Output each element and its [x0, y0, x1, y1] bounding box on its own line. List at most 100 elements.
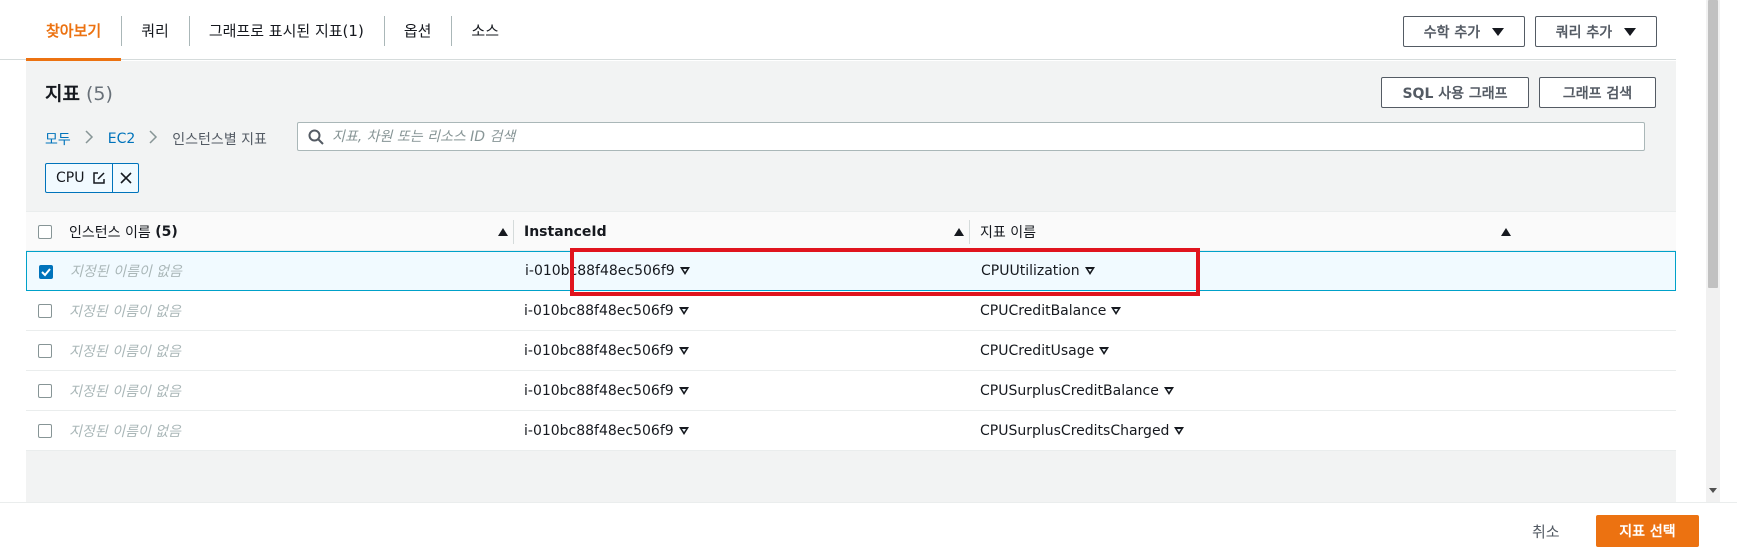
metric-name-cell[interactable]: CPUCreditBalance: [980, 291, 1122, 330]
search-input[interactable]: [332, 123, 1644, 150]
sql-graph-label: SQL 사용 그래프: [1402, 85, 1508, 102]
panel-title-text: 지표: [45, 83, 80, 105]
select-metric-button[interactable]: 지표 선택: [1596, 515, 1699, 547]
sort-ascending-icon[interactable]: [954, 228, 964, 236]
instance-id-cell[interactable]: i-010bc88f48ec506f9: [525, 252, 690, 290]
table-header: 인스턴스 이름 (5) InstanceId 지표 이름: [26, 211, 1676, 251]
search-icon: [308, 129, 324, 145]
metrics-table: 인스턴스 이름 (5) InstanceId 지표 이름 지정된 이름이 없음 …: [26, 211, 1676, 451]
tab-query[interactable]: 쿼리: [121, 0, 189, 60]
sort-ascending-icon[interactable]: [1501, 228, 1511, 236]
filter-token-label-wrap[interactable]: CPU: [46, 164, 112, 192]
caret-down-icon[interactable]: [678, 346, 689, 355]
row-checkbox[interactable]: [38, 384, 52, 398]
caret-down-icon[interactable]: [679, 267, 690, 275]
row-checkbox[interactable]: [38, 424, 52, 438]
column-divider: [513, 220, 514, 244]
remove-filter-button[interactable]: [112, 164, 138, 192]
metric-name-text: CPUSurplusCreditBalance: [980, 382, 1159, 399]
caret-down-icon[interactable]: [1163, 386, 1174, 395]
graph-search-label: 그래프 검색: [1562, 85, 1633, 102]
tab-browse[interactable]: 찾아보기: [26, 0, 122, 61]
chevron-right-icon: [85, 130, 94, 148]
column-count: (5): [155, 224, 178, 240]
add-math-button[interactable]: 수학 추가: [1403, 16, 1525, 47]
select-all-checkbox[interactable]: [38, 225, 52, 239]
row-checkbox[interactable]: [39, 265, 53, 279]
metric-name-cell[interactable]: CPUSurplusCreditBalance: [980, 371, 1174, 410]
footer-bar: 취소 지표 선택: [0, 502, 1737, 557]
metric-name-cell[interactable]: CPUUtilization: [981, 252, 1095, 290]
column-divider: [969, 220, 970, 244]
close-icon: [120, 172, 132, 184]
breadcrumb-all[interactable]: 모두: [45, 129, 71, 149]
check-icon: [41, 268, 51, 277]
sort-ascending-icon[interactable]: [498, 228, 508, 236]
caret-down-icon[interactable]: [1099, 346, 1110, 355]
instance-id-cell[interactable]: i-010bc88f48ec506f9: [524, 371, 689, 410]
table-row[interactable]: 지정된 이름이 없음 i-010bc88f48ec506f9 CPUCredit…: [26, 291, 1676, 331]
metric-name-text: CPUCreditBalance: [980, 302, 1107, 319]
chevron-right-icon: [149, 130, 158, 148]
filter-token: CPU: [45, 163, 140, 193]
instance-id-cell[interactable]: i-010bc88f48ec506f9: [524, 411, 689, 450]
metric-name-text: CPUUtilization: [981, 263, 1080, 279]
instance-name-cell: 지정된 이름이 없음: [69, 383, 181, 400]
metrics-panel: 지표 (5) SQL 사용 그래프 그래프 검색 모두 EC2 인스턴스별 지표 …: [26, 61, 1676, 502]
panel-title: 지표 (5): [45, 79, 113, 106]
breadcrumb-current: 인스턴스별 지표: [172, 132, 267, 148]
caret-down-icon: [1624, 27, 1637, 36]
panel-title-count: (5): [85, 83, 113, 105]
caret-down-icon[interactable]: [1111, 306, 1122, 315]
instance-name-cell: 지정된 이름이 없음: [70, 264, 182, 280]
tab-source[interactable]: 소스: [451, 0, 519, 60]
column-header-instance-id[interactable]: InstanceId: [524, 212, 607, 252]
instance-id-cell[interactable]: i-010bc88f48ec506f9: [524, 291, 689, 330]
table-row[interactable]: 지정된 이름이 없음 i-010bc88f48ec506f9 CPUSurplu…: [26, 411, 1676, 451]
tab-options[interactable]: 옵션: [383, 0, 452, 60]
caret-down-icon[interactable]: [678, 306, 689, 315]
window-edge: [1720, 0, 1737, 557]
breadcrumb: 모두 EC2 인스턴스별 지표: [45, 127, 267, 151]
metric-name-text: CPUSurplusCreditsCharged: [980, 422, 1170, 439]
add-math-label: 수학 추가: [1423, 24, 1481, 41]
edit-icon: [93, 172, 106, 184]
filter-token-label: CPU: [56, 170, 85, 186]
tab-graphed-metrics[interactable]: 그래프로 표시된 지표(1): [188, 0, 384, 60]
caret-down-icon[interactable]: [1174, 426, 1185, 435]
row-checkbox[interactable]: [38, 304, 52, 318]
metric-name-text: CPUCreditUsage: [980, 342, 1095, 359]
vertical-scrollbar[interactable]: [1706, 0, 1720, 502]
graph-search-button[interactable]: 그래프 검색: [1539, 77, 1656, 108]
row-checkbox[interactable]: [38, 344, 52, 358]
tab-list: 찾아보기 쿼리 그래프로 표시된 지표(1) 옵션 소스: [26, 0, 519, 61]
cancel-button[interactable]: 취소: [1520, 515, 1572, 547]
table-row[interactable]: 지정된 이름이 없음 i-010bc88f48ec506f9 CPUUtiliz…: [26, 251, 1676, 291]
instance-id-text: i-010bc88f48ec506f9: [524, 342, 674, 359]
breadcrumb-ec2[interactable]: EC2: [108, 131, 136, 147]
scrollbar-thumb[interactable]: [1708, 0, 1718, 288]
instance-name-cell: 지정된 이름이 없음: [69, 423, 181, 440]
caret-down-icon: [1492, 27, 1505, 36]
add-query-button[interactable]: 쿼리 추가: [1535, 16, 1657, 47]
column-header-instance-name[interactable]: 인스턴스 이름 (5): [69, 212, 178, 252]
metric-name-cell[interactable]: CPUSurplusCreditsCharged: [980, 411, 1185, 450]
add-query-label: 쿼리 추가: [1555, 24, 1613, 41]
caret-down-icon[interactable]: [678, 426, 689, 435]
instance-name-cell: 지정된 이름이 없음: [69, 343, 181, 360]
sql-graph-button[interactable]: SQL 사용 그래프: [1381, 77, 1529, 108]
caret-down-icon[interactable]: [1084, 267, 1095, 275]
top-tab-bar: 찾아보기 쿼리 그래프로 표시된 지표(1) 옵션 소스 수학 추가 쿼리 추가: [0, 0, 1676, 61]
table-row[interactable]: 지정된 이름이 없음 i-010bc88f48ec506f9 CPUSurplu…: [26, 371, 1676, 411]
instance-name-cell: 지정된 이름이 없음: [69, 303, 181, 320]
column-label: 인스턴스 이름: [69, 225, 151, 241]
caret-down-icon[interactable]: [678, 386, 689, 395]
column-header-metric-name[interactable]: 지표 이름: [980, 212, 1036, 252]
search-box: [297, 122, 1645, 151]
metric-name-cell[interactable]: CPUCreditUsage: [980, 331, 1110, 370]
instance-id-cell[interactable]: i-010bc88f48ec506f9: [524, 331, 689, 370]
instance-id-text: i-010bc88f48ec506f9: [524, 382, 674, 399]
instance-id-text: i-010bc88f48ec506f9: [524, 302, 674, 319]
scroll-down-arrow-icon[interactable]: [1709, 488, 1717, 493]
table-row[interactable]: 지정된 이름이 없음 i-010bc88f48ec506f9 CPUCredit…: [26, 331, 1676, 371]
